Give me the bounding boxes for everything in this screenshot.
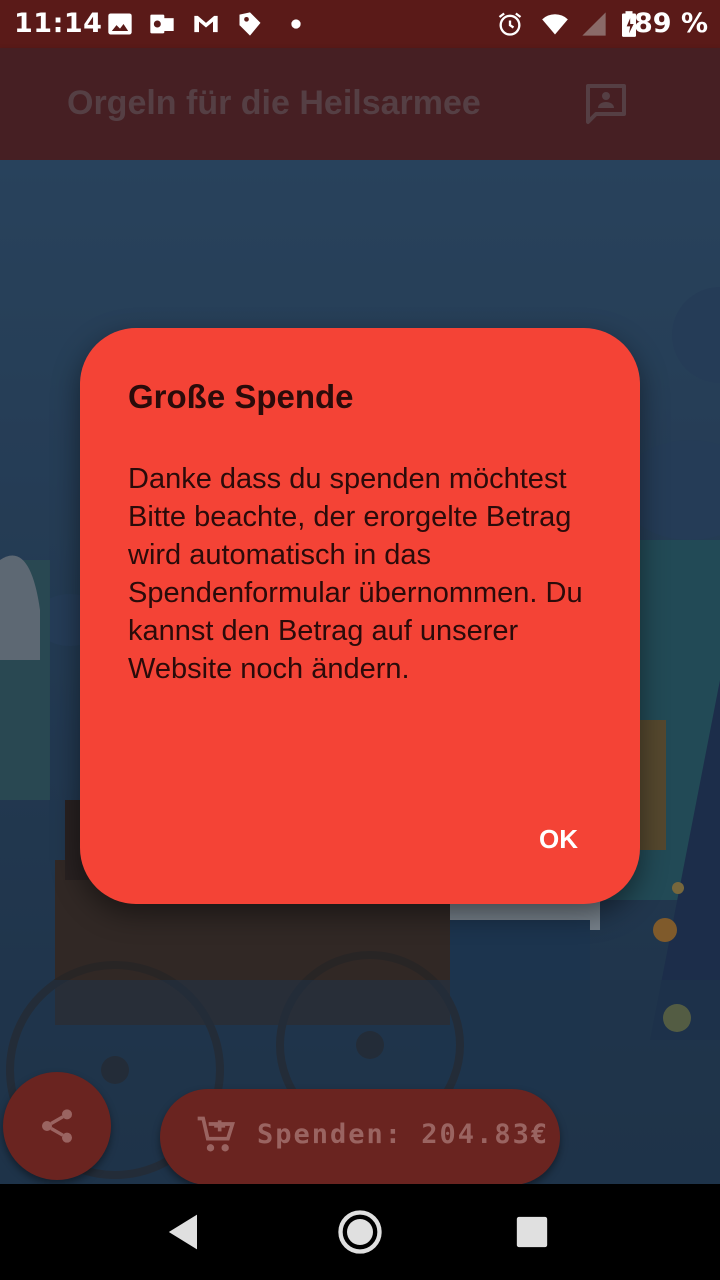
ok-button[interactable]: OK xyxy=(533,820,584,859)
donate-label: Spenden: 204.83€ xyxy=(257,1119,550,1150)
status-bar: 11:14 89 % xyxy=(0,0,720,48)
donate-button[interactable]: Spenden: 204.83€ xyxy=(160,1089,560,1185)
add-cart-icon xyxy=(197,1116,235,1152)
battery-percentage: 89 % xyxy=(633,8,708,39)
dot-icon xyxy=(291,19,301,29)
gmail-icon xyxy=(194,15,218,33)
outlook-icon xyxy=(150,14,174,34)
donation-dialog: Große Spende Danke dass du spenden möcht… xyxy=(80,328,640,904)
home-icon[interactable] xyxy=(334,1206,386,1258)
share-button[interactable] xyxy=(3,1072,111,1180)
share-icon xyxy=(42,1109,72,1143)
alarm-icon xyxy=(498,12,522,36)
tag-icon xyxy=(239,12,261,36)
image-icon xyxy=(108,13,132,35)
signal-icon xyxy=(582,12,606,36)
dialog-title: Große Spende xyxy=(128,378,354,415)
recents-icon[interactable] xyxy=(506,1206,558,1258)
back-icon[interactable] xyxy=(158,1206,210,1258)
status-time: 11:14 xyxy=(14,8,103,39)
navigation-bar xyxy=(0,1184,720,1280)
wifi-icon xyxy=(542,14,568,35)
dialog-message: Danke dass du spenden möchtest Bitte bea… xyxy=(128,463,583,685)
